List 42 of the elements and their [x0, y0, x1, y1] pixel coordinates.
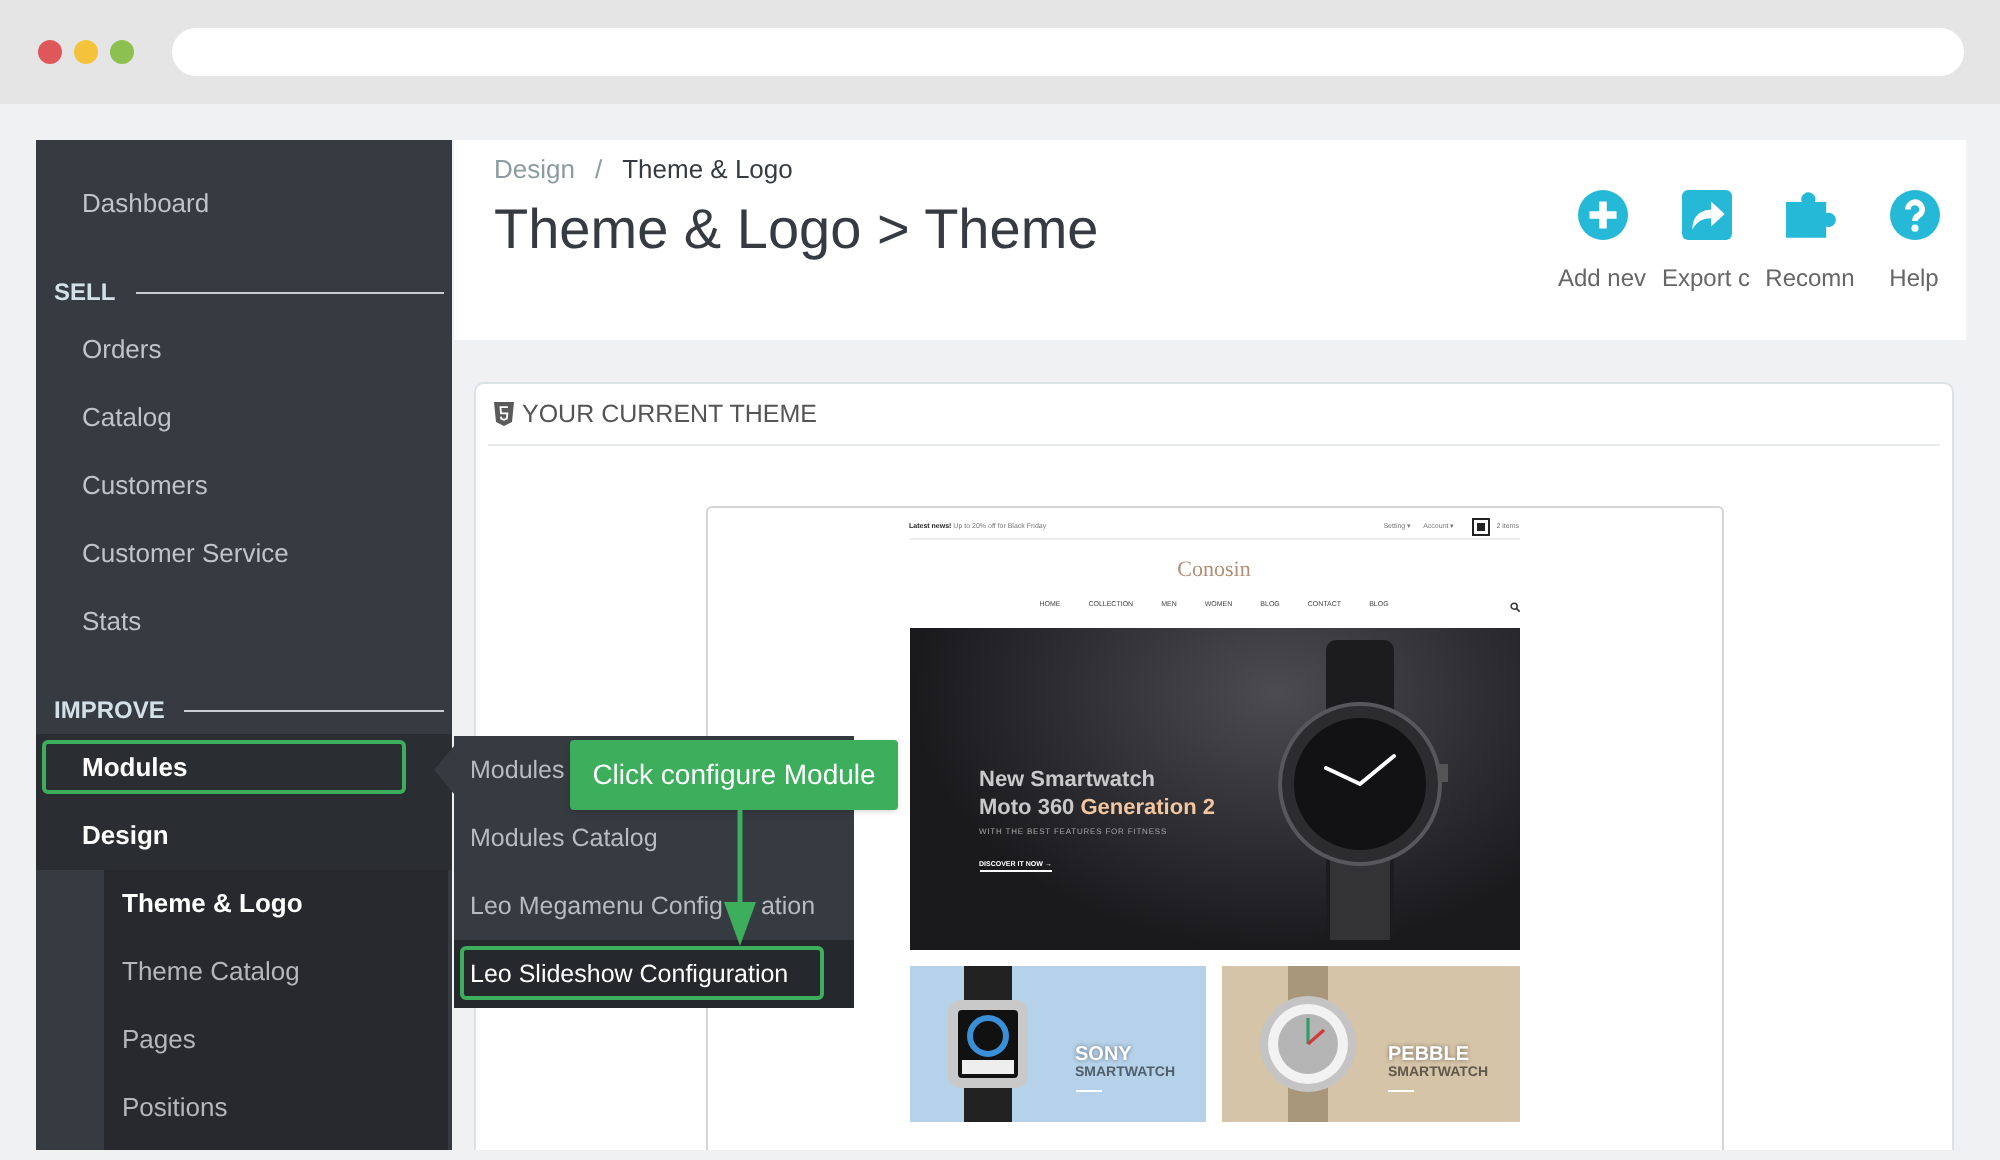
plus-circle-icon	[1577, 190, 1627, 240]
sidebar-menu-item[interactable]: Design	[36, 802, 452, 870]
sidebar-section-heading: IMPROVE	[54, 698, 165, 722]
flyout-menu-item[interactable]: Leo Megamenu Config ation	[454, 872, 854, 940]
sidebar-menu-item[interactable]: Catalog	[36, 384, 452, 452]
callout-tooltip: Click configure Module	[570, 740, 898, 810]
toolbar-button[interactable]: Recomn	[1758, 190, 1862, 294]
hero-title-line: New Smartwatch	[979, 766, 1156, 794]
sidebar-section-heading: SELL	[54, 280, 116, 304]
banner-title: SONY	[1075, 1044, 1132, 1066]
sidebar-menu-item[interactable]: Modules	[36, 734, 452, 802]
sidebar-menu-item[interactable]: Dashboard	[36, 170, 452, 238]
store-logo: Conosin	[1175, 556, 1253, 584]
panel-title: YOUR CURRENT THEME	[522, 401, 817, 427]
maximize-icon[interactable]	[110, 40, 134, 64]
search-icon[interactable]	[1509, 601, 1519, 611]
toolbar-button[interactable]: Add nev	[1550, 190, 1654, 294]
flyout-menu-item[interactable]: Modules Catalog	[454, 804, 854, 872]
shield-icon	[494, 402, 514, 426]
share-icon	[1681, 190, 1731, 240]
sidebar-menu-item[interactable]: Orders	[36, 316, 452, 384]
submenu-item[interactable]: Pages	[104, 1006, 448, 1074]
sidebar-menu-item[interactable]: Stats	[36, 588, 452, 656]
toolbar-button[interactable]: Help	[1862, 190, 1966, 294]
close-icon[interactable]	[38, 40, 62, 64]
label-fragment: ation	[760, 889, 816, 924]
sidebar-menu-item[interactable]: Customers	[36, 452, 452, 520]
breadcrumb-current: Theme & Logo	[622, 154, 793, 186]
sidebar-menu-item[interactable]: Customer Service	[36, 520, 452, 588]
flyout-menu-item[interactable]: Leo Slideshow Configuration	[454, 940, 854, 1008]
breadcrumb-separator: /	[594, 154, 603, 186]
cart-icon[interactable]	[1472, 518, 1491, 536]
hero-title-line: Moto 360 Generation 2	[979, 794, 1215, 822]
banner-title: PEBBLE	[1388, 1044, 1470, 1066]
help-icon	[1889, 190, 1939, 240]
puzzle-icon	[1785, 190, 1835, 240]
toolbar-button[interactable]: Export c	[1654, 190, 1758, 294]
submenu-item[interactable]: Theme & Logo	[104, 870, 448, 938]
submenu-item[interactable]: Theme Catalog	[104, 938, 448, 1006]
pointer-arrow	[724, 810, 756, 946]
submenu-item[interactable]: Positions	[104, 1074, 448, 1142]
page-title: Theme & Logo > Theme	[494, 196, 1099, 264]
